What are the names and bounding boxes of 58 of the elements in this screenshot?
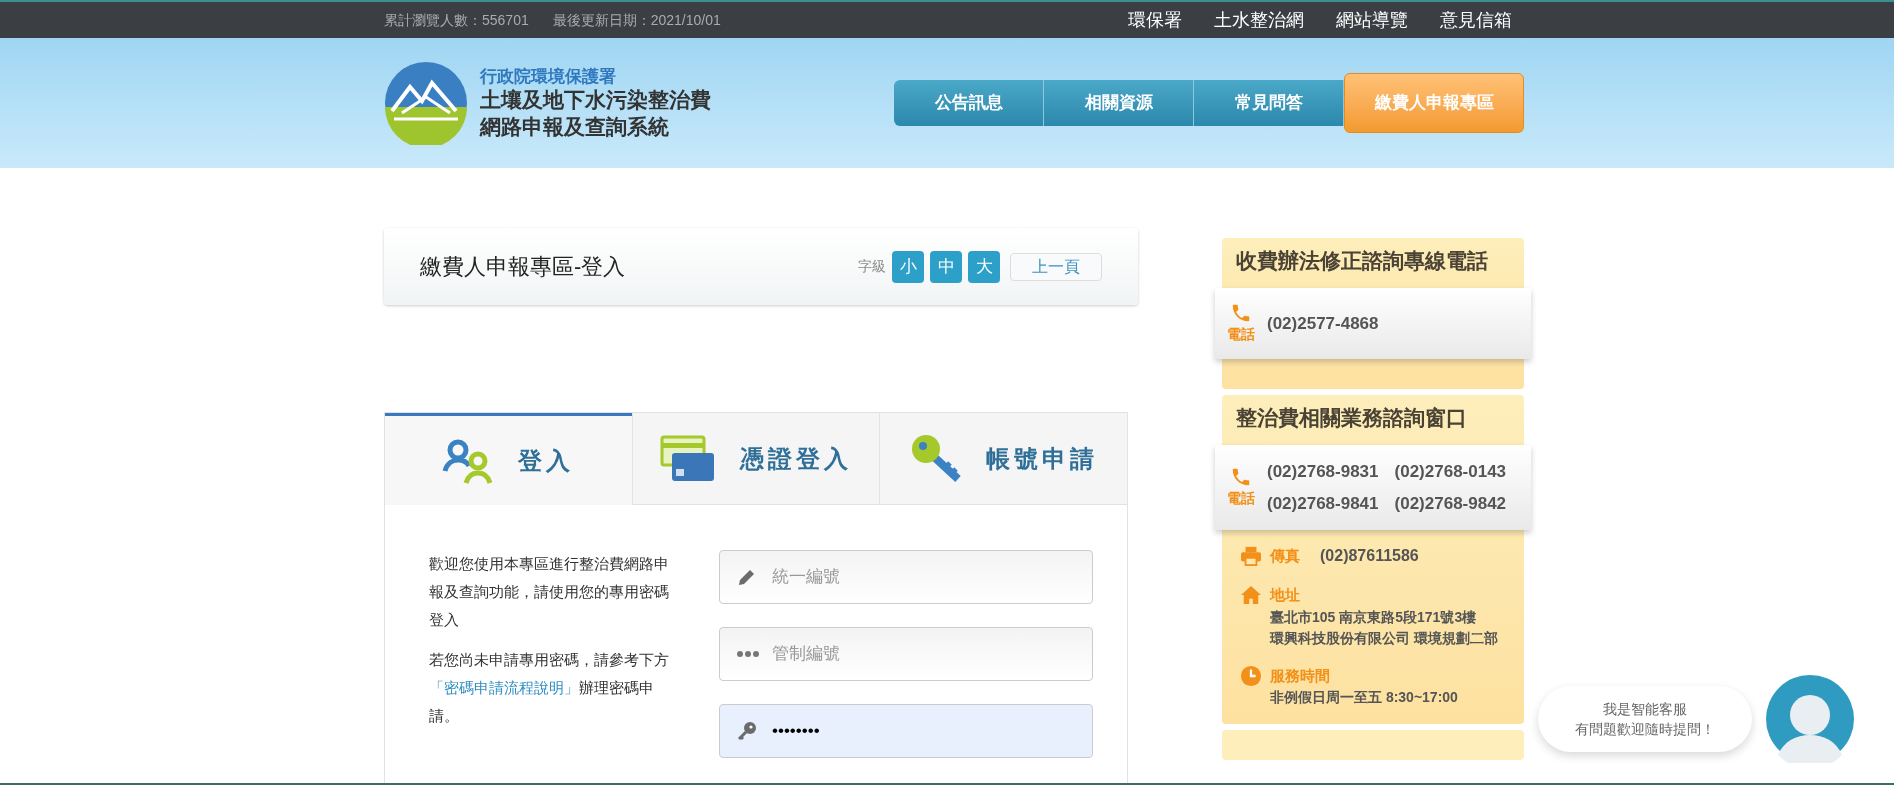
card-title: 收費辦法修正諮詢專線電話 bbox=[1235, 248, 1489, 275]
key-icon bbox=[737, 721, 757, 741]
phone-number: (02)2768-9841 bbox=[1267, 492, 1379, 515]
top-link[interactable]: 意見信箱 bbox=[1440, 6, 1512, 34]
login-tab[interactable]: 憑證登入 bbox=[631, 413, 880, 505]
font-size-button[interactable]: 大 bbox=[968, 250, 1000, 283]
dots-icon bbox=[737, 651, 759, 657]
help-link[interactable]: 「密碼申請流程說明」 bbox=[429, 679, 579, 696]
key-icon bbox=[909, 432, 962, 485]
intro-text: 若您尚未申請專用密碼，請參考下方 「密碼申請流程說明」辦理密碼申請。 bbox=[429, 650, 669, 726]
detail-text: 臺北市105 南京東路5段171號3樓 bbox=[1270, 607, 1478, 627]
nav-tab[interactable]: 常見問答 bbox=[1194, 80, 1344, 126]
agency-name: 行政院環境保護署 bbox=[480, 66, 617, 88]
font-size-button[interactable]: 中 bbox=[930, 250, 962, 283]
top-link[interactable]: 環保署 bbox=[1128, 6, 1182, 34]
input-field[interactable]: 統一編號 bbox=[719, 550, 1093, 604]
detail-label: 地址 bbox=[1270, 585, 1300, 605]
font-size-label: 字級 bbox=[858, 257, 886, 276]
phone-number: (02)2768-9831 bbox=[1267, 461, 1379, 483]
top-link[interactable]: 網站導覽 bbox=[1336, 6, 1408, 34]
login-tab[interactable]: 帳號申請 bbox=[879, 413, 1127, 505]
pencil-icon bbox=[737, 567, 757, 587]
visitor-count: 累計瀏覽人數：556701 bbox=[384, 10, 529, 30]
avatar-icon[interactable] bbox=[1766, 675, 1854, 763]
phone-icon bbox=[1230, 466, 1252, 488]
input-field[interactable]: •••••••• bbox=[719, 704, 1093, 758]
phone-number: (02)2768-9842 bbox=[1394, 492, 1507, 515]
printer-icon bbox=[1240, 546, 1262, 566]
nav-tab[interactable]: 相關資源 bbox=[1044, 80, 1194, 126]
phone-icon bbox=[1230, 302, 1252, 324]
detail-label: 傳真 bbox=[1270, 545, 1300, 566]
back-button[interactable]: 上一頁 bbox=[1010, 252, 1102, 281]
top-link[interactable]: 土水整治網 bbox=[1214, 6, 1304, 34]
detail-text: 環興科技股份有限公司 環境規劃二部 bbox=[1270, 628, 1499, 648]
logo-icon bbox=[384, 61, 468, 145]
detail-text: 非例假日周一至五 8:30~17:00 bbox=[1270, 688, 1459, 707]
house-icon bbox=[1240, 585, 1262, 606]
page-title: 繳費人申報專區-登入 bbox=[420, 253, 626, 281]
chat-bubble[interactable]: 我是智能客服 有問題歡迎隨時提問！ bbox=[1538, 686, 1752, 752]
detail-text: (02)87611586 bbox=[1320, 546, 1419, 566]
nav-tab[interactable]: 公告訊息 bbox=[894, 80, 1044, 126]
detail-label: 服務時間 bbox=[1270, 665, 1330, 686]
card-title: 整治費相關業務諮詢窗口 bbox=[1235, 405, 1468, 432]
id-card-icon bbox=[660, 434, 716, 483]
last-updated: 最後更新日期：2021/10/01 bbox=[552, 10, 721, 30]
intro-text: 歡迎您使用本專區進行整治費網路申報及查詢功能，請使用您的專用密碼登入 bbox=[429, 554, 669, 630]
input-field[interactable]: 管制編號 bbox=[719, 627, 1093, 681]
phone-number: (02)2768-0143 bbox=[1394, 461, 1507, 483]
font-size-button[interactable]: 小 bbox=[892, 250, 924, 283]
system-title: 土壤及地下水污染整治費 bbox=[480, 87, 711, 114]
chat-text: 有問題歡迎隨時提問！ bbox=[1575, 720, 1715, 739]
system-title: 網路申報及查詢系統 bbox=[480, 113, 670, 140]
phone-label: 電話 bbox=[1227, 489, 1255, 508]
clock-icon bbox=[1240, 664, 1262, 687]
chat-text: 我是智能客服 bbox=[1603, 700, 1687, 719]
phone-label: 電話 bbox=[1227, 325, 1255, 344]
login-tab[interactable]: 登入 bbox=[385, 413, 632, 505]
phone-number: (02)2577-4868 bbox=[1267, 312, 1379, 335]
